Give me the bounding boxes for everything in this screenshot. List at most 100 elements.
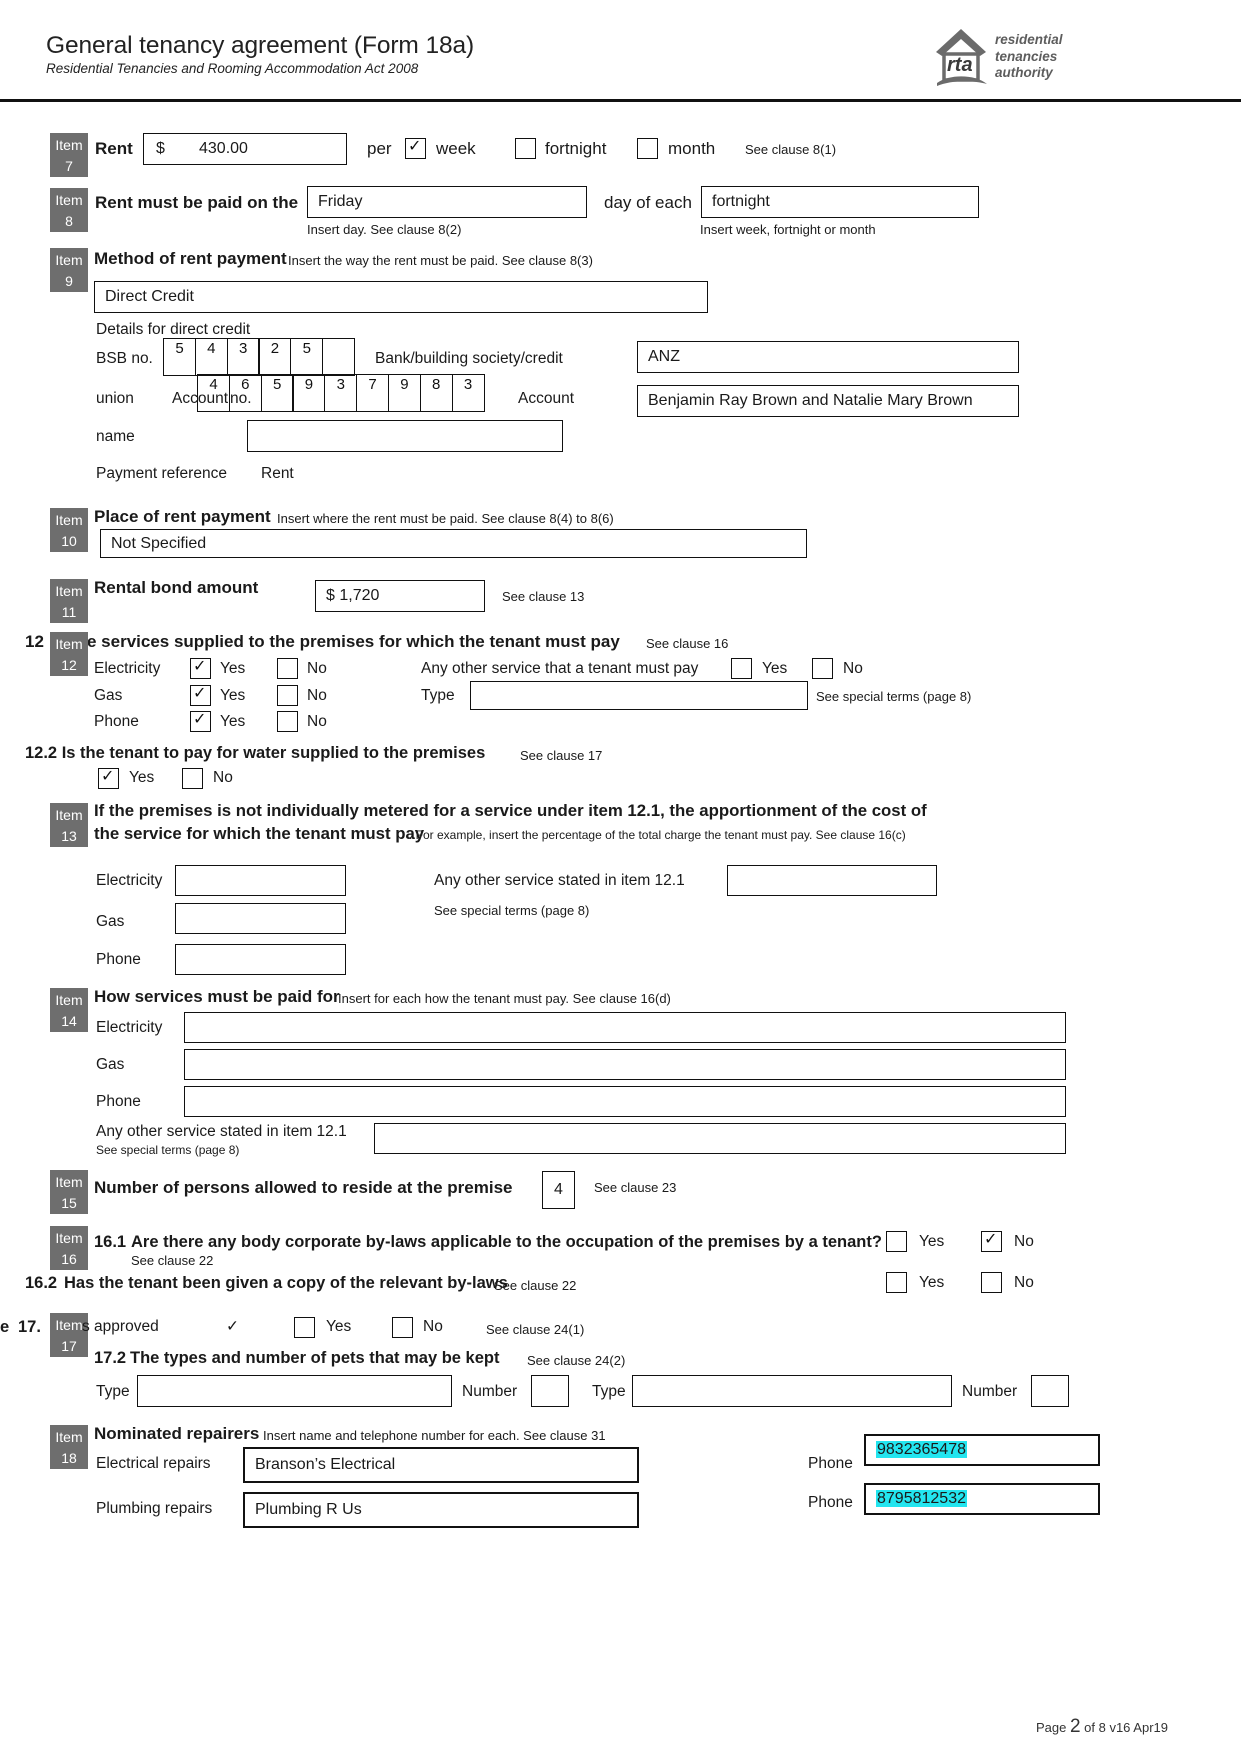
item-badge-18-num: 18 [61, 1450, 77, 1466]
footer-prefix: Page [1035, 1720, 1070, 1735]
other-service-type-field[interactable] [470, 681, 808, 710]
service-electricity-yes-checkbox[interactable] [190, 656, 211, 679]
bsb-digit[interactable]: 2 [258, 338, 292, 376]
item-badge-18: Item 18 [50, 1425, 88, 1469]
electrical-repairer-field[interactable]: Branson’s Electrical [243, 1447, 639, 1483]
item15-label: Number of persons allowed to reside at t… [94, 1178, 513, 1197]
page-subtitle: Residential Tenancies and Rooming Accomm… [46, 61, 419, 76]
service-electricity-no-checkbox[interactable] [277, 658, 298, 679]
other-service-no-checkbox[interactable] [812, 658, 833, 679]
apportion-electricity-field[interactable] [175, 865, 346, 896]
plumbing-repairer-value: Plumbing R Us [255, 1501, 362, 1518]
account-digit-grid[interactable]: 4 6 5 9 3 7 9 8 3 [197, 374, 485, 412]
rent-week-checkbox[interactable] [405, 136, 426, 159]
pet-type-2-field[interactable] [632, 1375, 952, 1407]
rent-week-label: week [436, 139, 476, 158]
bsb-digit[interactable]: 5 [163, 338, 196, 376]
bylaws-no-label: No [1014, 1233, 1034, 1250]
item-badge-16: Item 16 [50, 1226, 88, 1270]
account-digit[interactable]: 7 [356, 374, 390, 412]
account-digit[interactable]: 4 [197, 374, 230, 412]
item18-hint: Insert name and telephone number for eac… [263, 1428, 606, 1443]
apportion-gas-field[interactable] [175, 903, 346, 934]
item-badge-9-word: Item [55, 252, 83, 268]
rent-currency: $ [156, 140, 165, 157]
service-phone-yes-checkbox[interactable] [190, 709, 211, 732]
pets-no-checkbox[interactable] [392, 1317, 413, 1338]
rent-period-field[interactable]: fortnight [701, 186, 979, 218]
bsb-digit[interactable]: 4 [194, 338, 228, 376]
rent-month-checkbox[interactable] [637, 138, 658, 159]
other-service-yes-checkbox[interactable] [731, 658, 752, 679]
plumbing-repairer-field[interactable]: Plumbing R Us [243, 1492, 639, 1528]
place-of-payment-field[interactable]: Not Specified [100, 529, 807, 558]
bsb-digit-grid[interactable]: 5 4 3 2 5 [163, 338, 356, 376]
item11-clause: See clause 13 [502, 589, 585, 604]
bank-name-value: ANZ [648, 348, 680, 365]
account-digit[interactable]: 3 [324, 374, 358, 412]
account-digit[interactable]: 6 [228, 374, 262, 412]
bond-amount-field[interactable]: $ 1,720 [315, 580, 485, 612]
apportion-electricity-label: Electricity [96, 872, 163, 889]
item-badge-7-word: Item [55, 137, 83, 153]
service-gas-yes-checkbox[interactable] [190, 683, 211, 706]
account-extra-field[interactable] [247, 420, 563, 452]
item12-clause: See clause 16 [646, 636, 729, 651]
account-digit[interactable]: 5 [260, 374, 294, 412]
service-phone-yes-label: Yes [220, 713, 246, 730]
bylaws-no-checkbox[interactable] [981, 1229, 1002, 1252]
plumbing-phone-field[interactable]: 8795812532 [864, 1483, 1100, 1515]
paid-other-field[interactable] [374, 1123, 1066, 1154]
rent-method-field[interactable]: Direct Credit [94, 281, 708, 313]
item-badge-10: Item 10 [50, 508, 88, 552]
rent-amount-field[interactable]: $ 430.00 [143, 133, 347, 165]
pet-type-1-field[interactable] [137, 1375, 452, 1407]
bank-name-field[interactable]: ANZ [637, 341, 1019, 373]
apportion-phone-field[interactable] [175, 944, 346, 975]
rent-day-field[interactable]: Friday [307, 186, 587, 218]
item13-heading-note: . For example, insert the percentage of … [409, 828, 906, 842]
pets-yes-label: Yes [326, 1318, 352, 1335]
paid-phone-field[interactable] [184, 1086, 1066, 1117]
bsb-digit[interactable] [322, 338, 356, 376]
bsb-digit[interactable]: 5 [290, 338, 324, 376]
water-yes-label: Yes [129, 769, 155, 786]
bylaws-yes-checkbox[interactable] [886, 1231, 907, 1252]
page-header: General tenancy agreement (Form 18a) Res… [0, 0, 1241, 106]
service-gas-yes-label: Yes [220, 687, 246, 704]
bylaws-copy-yes-checkbox[interactable] [886, 1272, 907, 1293]
item-badge-11-word: Item [55, 583, 83, 599]
question-17-1-label: s approved [82, 1318, 159, 1335]
water-yes-checkbox[interactable] [98, 766, 119, 789]
bylaws-copy-no-checkbox[interactable] [981, 1272, 1002, 1293]
apportion-other-field[interactable] [727, 865, 937, 896]
item13-heading-line1: If the premises is not individually mete… [94, 801, 927, 820]
item8-hint-left: Insert day. See clause 8(2) [307, 222, 462, 237]
pet-number-1-field[interactable] [531, 1375, 569, 1407]
paid-gas-field[interactable] [184, 1049, 1066, 1080]
pet-number-2-field[interactable] [1031, 1375, 1069, 1407]
apportion-gas-label: Gas [96, 913, 125, 930]
payment-reference-value: Rent [261, 465, 294, 482]
payment-reference-label: Payment reference [96, 465, 227, 482]
place-of-payment-value: Not Specified [111, 534, 207, 552]
account-digit[interactable]: 3 [451, 374, 485, 412]
service-phone-no-checkbox[interactable] [277, 711, 298, 732]
account-digit[interactable]: 9 [292, 374, 326, 412]
bsb-digit[interactable]: 3 [226, 338, 260, 376]
electrical-phone-field[interactable]: 9832365478 [864, 1434, 1100, 1466]
account-digit[interactable]: 8 [419, 374, 453, 412]
item-badge-11: Item 11 [50, 579, 88, 623]
account-digit[interactable]: 9 [387, 374, 421, 412]
account-name-field[interactable]: Benjamin Ray Brown and Natalie Mary Brow… [637, 385, 1019, 417]
item-badge-13: Item 13 [50, 803, 88, 847]
pet-type-2-label: Type [592, 1383, 626, 1400]
item-badge-8-word: Item [55, 192, 83, 208]
pets-yes-checkbox[interactable] [294, 1317, 315, 1338]
water-no-checkbox[interactable] [182, 768, 203, 789]
paid-electricity-field[interactable] [184, 1012, 1066, 1043]
bank-label-line2: union [96, 390, 134, 407]
service-gas-no-checkbox[interactable] [277, 685, 298, 706]
rent-fortnight-checkbox[interactable] [515, 138, 536, 159]
persons-count-field[interactable]: 4 [542, 1171, 575, 1209]
